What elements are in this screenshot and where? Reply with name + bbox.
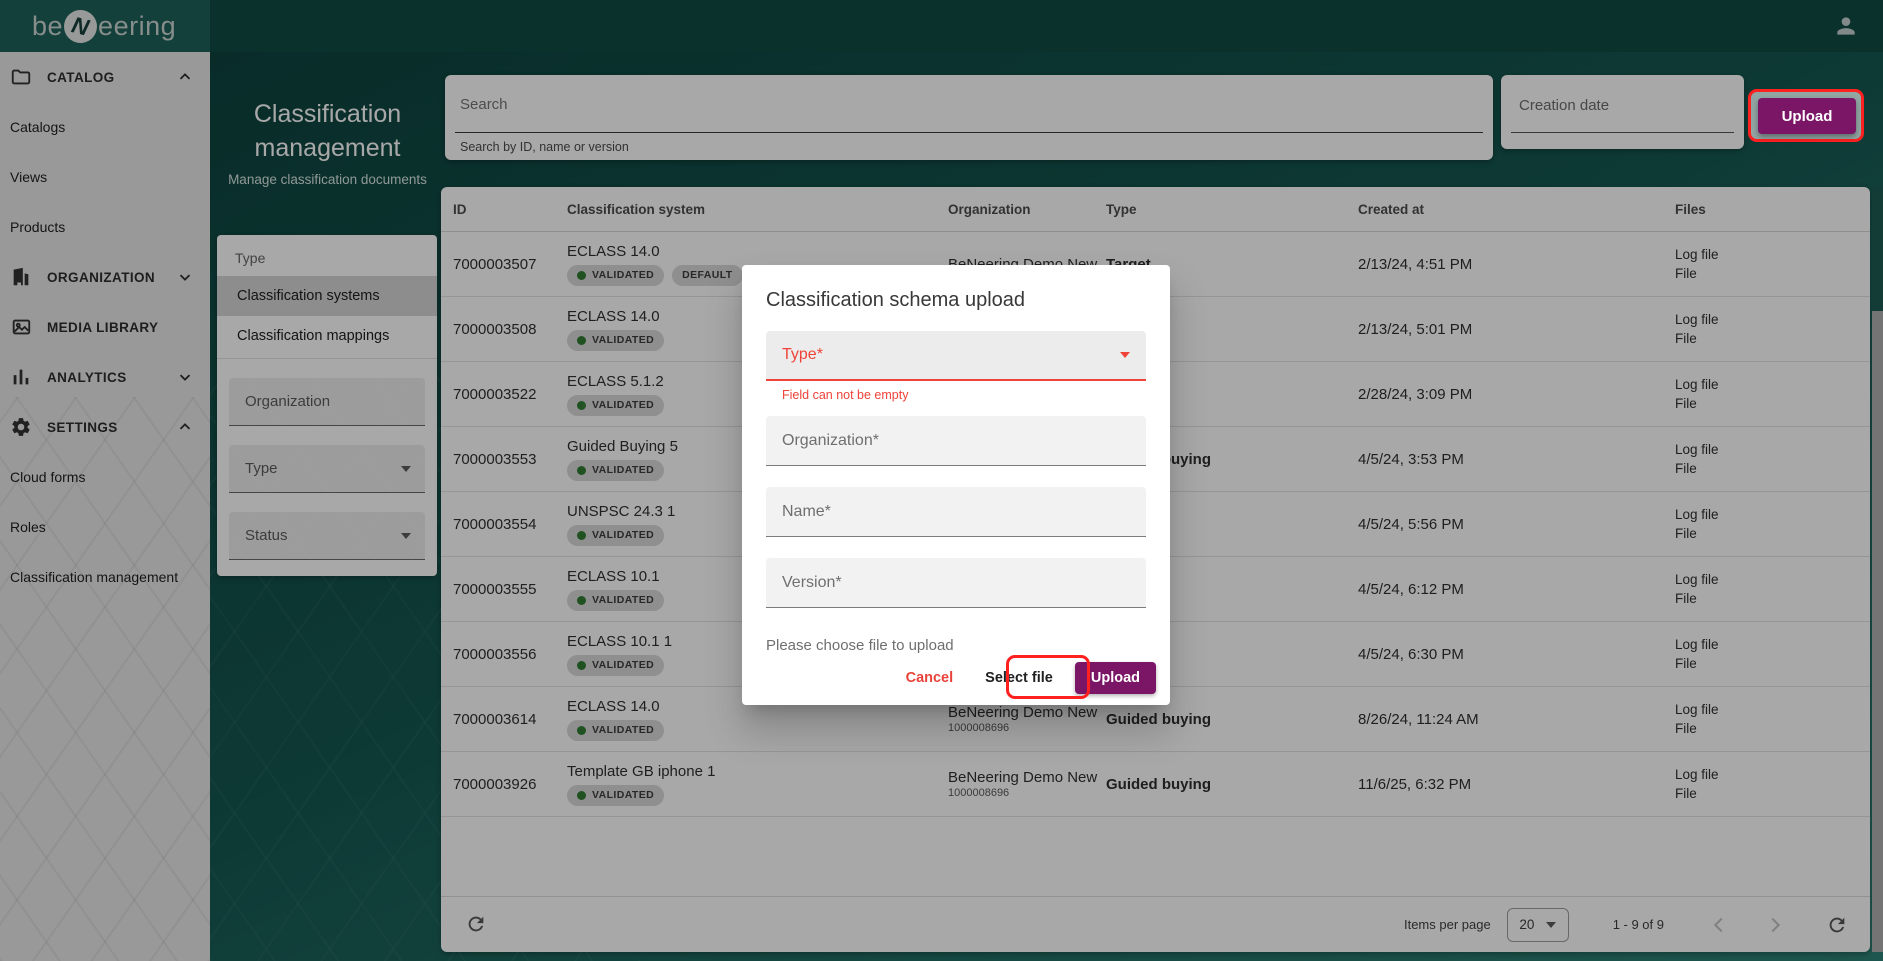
cancel-button[interactable]: Cancel: [892, 662, 968, 694]
dialog-title: Classification schema upload: [766, 289, 1146, 312]
dialog-type-select[interactable]: Type*: [766, 331, 1146, 381]
chevron-down-icon: [1120, 352, 1130, 358]
upload-dialog: Classification schema upload Type* Field…: [742, 265, 1170, 705]
dialog-actions: Cancel Select file Upload: [892, 662, 1156, 694]
dialog-name-field[interactable]: Name*: [766, 487, 1146, 537]
upload-button[interactable]: Upload: [1758, 98, 1856, 134]
dialog-organization-label: Organization*: [782, 432, 879, 450]
dialog-type-label: Type*: [782, 346, 1120, 364]
dialog-upload-button[interactable]: Upload: [1075, 662, 1156, 694]
dialog-file-hint: Please choose file to upload: [766, 637, 1146, 654]
dialog-organization-field[interactable]: Organization*: [766, 416, 1146, 466]
select-file-button[interactable]: Select file: [973, 662, 1065, 694]
dialog-version-field[interactable]: Version*: [766, 558, 1146, 608]
dialog-version-label: Version*: [782, 574, 842, 592]
dialog-name-label: Name*: [782, 503, 831, 521]
dialog-type-error: Field can not be empty: [782, 388, 1146, 402]
